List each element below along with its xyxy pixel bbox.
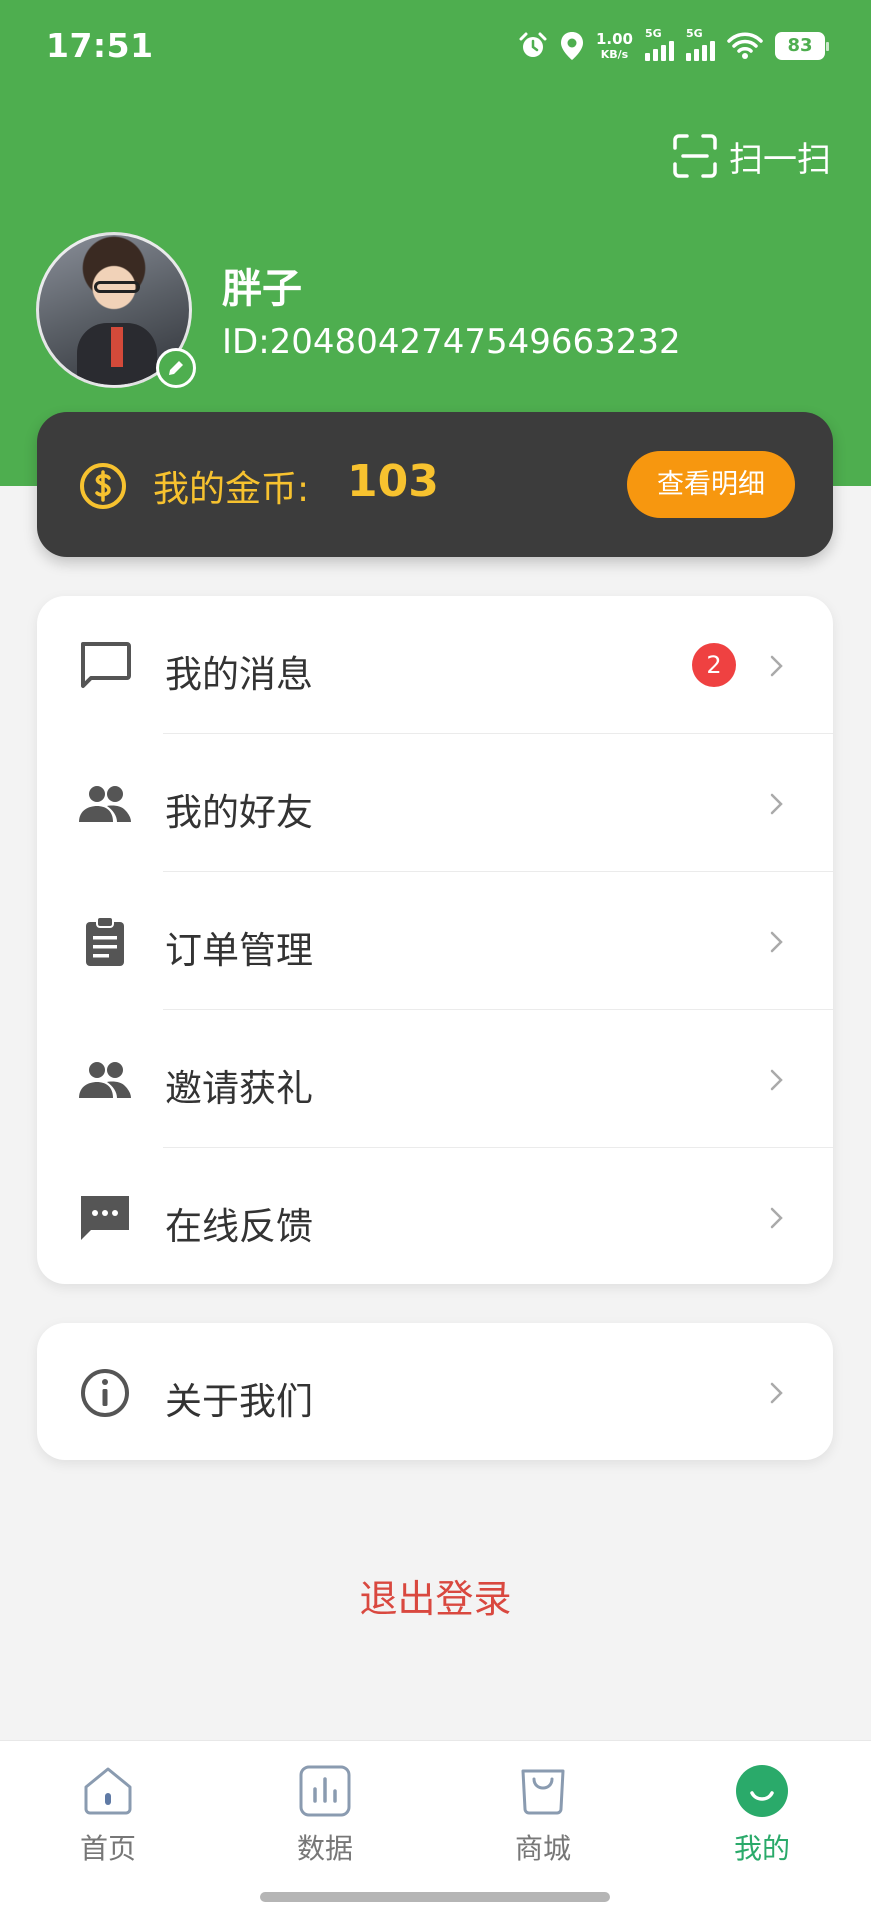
home-icon xyxy=(84,1767,132,1815)
username: 胖子 xyxy=(222,266,302,312)
menu-item-label: 我的消息 xyxy=(165,653,313,696)
menu-item-invite[interactable]: 邀请获礼 xyxy=(37,1010,833,1148)
scan-button[interactable]: 扫一扫 xyxy=(671,130,831,182)
tab-mine[interactable]: 我的 xyxy=(692,1763,832,1867)
menu-item-friends[interactable]: 我的好友 xyxy=(37,734,833,872)
clipboard-icon xyxy=(86,916,124,966)
tab-label: 数据 xyxy=(296,1832,353,1865)
chart-icon xyxy=(299,1765,351,1817)
tab-shop[interactable]: 商城 xyxy=(473,1763,613,1867)
battery-icon: 83 xyxy=(775,32,829,60)
menu-item-label: 邀请获礼 xyxy=(165,1067,313,1110)
chevron-right-icon xyxy=(770,1382,783,1404)
menu-item-messages[interactable]: 我的消息 2 xyxy=(37,596,833,734)
user-id: ID:2048042747549663232 xyxy=(222,322,681,362)
coin-card: 我的金币: 103 查看明细 xyxy=(37,412,833,557)
status-icons: 1.00 KB/s 5G 5G 83 xyxy=(518,26,829,66)
invite-icon xyxy=(79,1062,131,1098)
tab-data[interactable]: 数据 xyxy=(255,1763,395,1867)
chevron-right-icon xyxy=(770,1207,783,1229)
unread-badge: 2 xyxy=(692,643,736,687)
chevron-right-icon xyxy=(770,793,783,815)
tab-label: 我的 xyxy=(733,1832,790,1865)
info-icon xyxy=(81,1369,129,1417)
status-bar: 17:51 1.00 KB/s 5G 5G 83 xyxy=(0,0,871,96)
shop-bag-icon xyxy=(521,1769,565,1815)
menu-item-about[interactable]: 关于我们 xyxy=(37,1323,833,1460)
feedback-icon xyxy=(81,1196,129,1240)
profile-icon xyxy=(736,1765,788,1817)
signal-sim1-icon: 5G xyxy=(645,27,674,61)
message-icon xyxy=(81,642,131,688)
chevron-right-icon xyxy=(770,655,783,677)
scan-label: 扫一扫 xyxy=(729,139,831,180)
pencil-icon xyxy=(169,361,183,375)
scan-icon xyxy=(673,134,717,178)
menu-item-label: 订单管理 xyxy=(165,929,313,972)
edit-avatar-button[interactable] xyxy=(156,348,196,388)
friends-icon xyxy=(79,786,131,822)
view-detail-button[interactable]: 查看明细 xyxy=(627,451,795,518)
wifi-icon xyxy=(727,32,763,59)
logout-button[interactable]: 退出登录 xyxy=(0,1568,871,1623)
chevron-right-icon xyxy=(770,1069,783,1091)
menu-item-orders[interactable]: 订单管理 xyxy=(37,872,833,1010)
chevron-right-icon xyxy=(770,931,783,953)
tab-home[interactable]: 首页 xyxy=(38,1763,178,1867)
home-indicator[interactable] xyxy=(260,1892,610,1902)
avatar-container[interactable] xyxy=(36,232,196,390)
net-speed-value: 1.00 xyxy=(595,30,633,48)
menu-item-label: 我的好友 xyxy=(165,791,313,834)
tab-label: 商城 xyxy=(514,1832,571,1865)
status-time: 17:51 xyxy=(46,26,154,65)
alarm-icon xyxy=(519,32,547,57)
net-speed-unit: KB/s xyxy=(600,48,629,61)
coin-value: 103 xyxy=(347,456,439,507)
network-speed: 1.00 KB/s xyxy=(595,30,633,61)
location-icon xyxy=(560,32,583,60)
menu-card: 我的消息 2 我的好友 订单管理 邀请获礼 在线反馈 xyxy=(37,596,833,1284)
sim2-label: 5G xyxy=(686,27,703,40)
menu-item-label: 在线反馈 xyxy=(165,1205,313,1248)
about-card: 关于我们 xyxy=(37,1323,833,1460)
sim1-label: 5G xyxy=(645,27,662,40)
coin-icon xyxy=(80,463,126,509)
tab-label: 首页 xyxy=(79,1832,136,1865)
menu-item-feedback[interactable]: 在线反馈 xyxy=(37,1148,833,1284)
coin-label: 我的金币: xyxy=(153,469,310,510)
signal-sim2-icon: 5G xyxy=(686,27,715,61)
menu-item-label: 关于我们 xyxy=(165,1380,313,1423)
